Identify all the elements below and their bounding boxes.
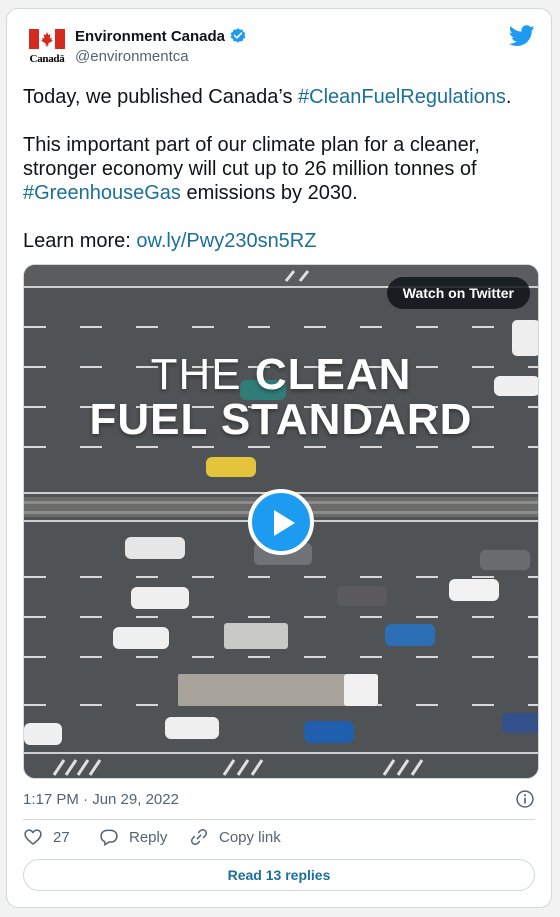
copy-link-button[interactable]: Copy link	[189, 827, 281, 847]
link-icon	[190, 828, 208, 846]
text-span: Learn more:	[23, 230, 137, 252]
divider	[23, 819, 535, 820]
title-clean: CLEAN	[254, 350, 412, 399]
display-name[interactable]: Environment Canada	[75, 28, 225, 45]
handle[interactable]: @environmentca	[75, 48, 247, 65]
verified-badge-icon	[230, 28, 246, 43]
reply-bubble-icon	[100, 829, 118, 846]
tweet-body: Today, we published Canada’s #CleanFuelR…	[23, 85, 533, 253]
author-block: Environment Canada @environmentca	[75, 27, 247, 65]
read-replies-button[interactable]: Read 13 replies	[23, 859, 535, 891]
reply-button[interactable]: Reply	[99, 827, 167, 847]
logo-wordmark: Canadä	[29, 53, 65, 65]
video-title-line-1: THE CLEAN	[24, 350, 538, 400]
canada-flag-icon	[29, 29, 65, 49]
tweet-card: Canadä Environment Canada @environmentca…	[6, 8, 552, 908]
twitter-bird-icon[interactable]	[509, 25, 535, 47]
watch-on-twitter-button[interactable]: Watch on Twitter	[386, 277, 530, 309]
text-span: .	[505, 86, 512, 108]
learn-more-link[interactable]: ow.ly/Pwy230sn5RZ	[136, 230, 316, 252]
reply-label: Reply	[129, 828, 168, 846]
tweet-timestamp[interactable]: 1:17 PM · Jun 29, 2022	[23, 791, 179, 808]
tweet-paragraph-2: This important part of our climate plan …	[23, 133, 533, 205]
tweet-header: Canadä Environment Canada @environmentca	[23, 25, 535, 69]
text-span: emissions by 2030.	[180, 182, 358, 204]
canada-logo[interactable]: Canadä	[25, 27, 69, 67]
info-icon[interactable]	[515, 789, 535, 809]
heart-icon	[24, 829, 42, 845]
text-span: Today, we published Canada’s	[23, 86, 298, 108]
title-the: THE	[150, 350, 255, 399]
tweet-paragraph-1: Today, we published Canada’s #CleanFuelR…	[23, 85, 533, 109]
hashtag-greenhouse-gas[interactable]: #GreenhouseGas	[23, 182, 181, 204]
tweet-actions: 27 Reply Copy link	[23, 827, 535, 851]
play-button[interactable]	[248, 489, 314, 555]
like-count: 27	[53, 828, 70, 846]
video-title-line-2: FUEL STANDARD	[89, 395, 473, 444]
play-icon	[274, 510, 295, 536]
tweet-paragraph-3: Learn more: ow.ly/Pwy230sn5RZ	[23, 229, 533, 253]
video-media[interactable]: Watch on Twitter THE CLEAN FUEL STANDARD	[23, 264, 539, 779]
hashtag-clean-fuel-regulations[interactable]: #CleanFuelRegulations	[298, 86, 506, 108]
copy-link-label: Copy link	[219, 828, 281, 846]
tweet-meta: 1:17 PM · Jun 29, 2022	[23, 789, 535, 811]
text-span: This important part of our climate plan …	[23, 134, 480, 180]
like-button[interactable]: 27	[23, 827, 70, 847]
